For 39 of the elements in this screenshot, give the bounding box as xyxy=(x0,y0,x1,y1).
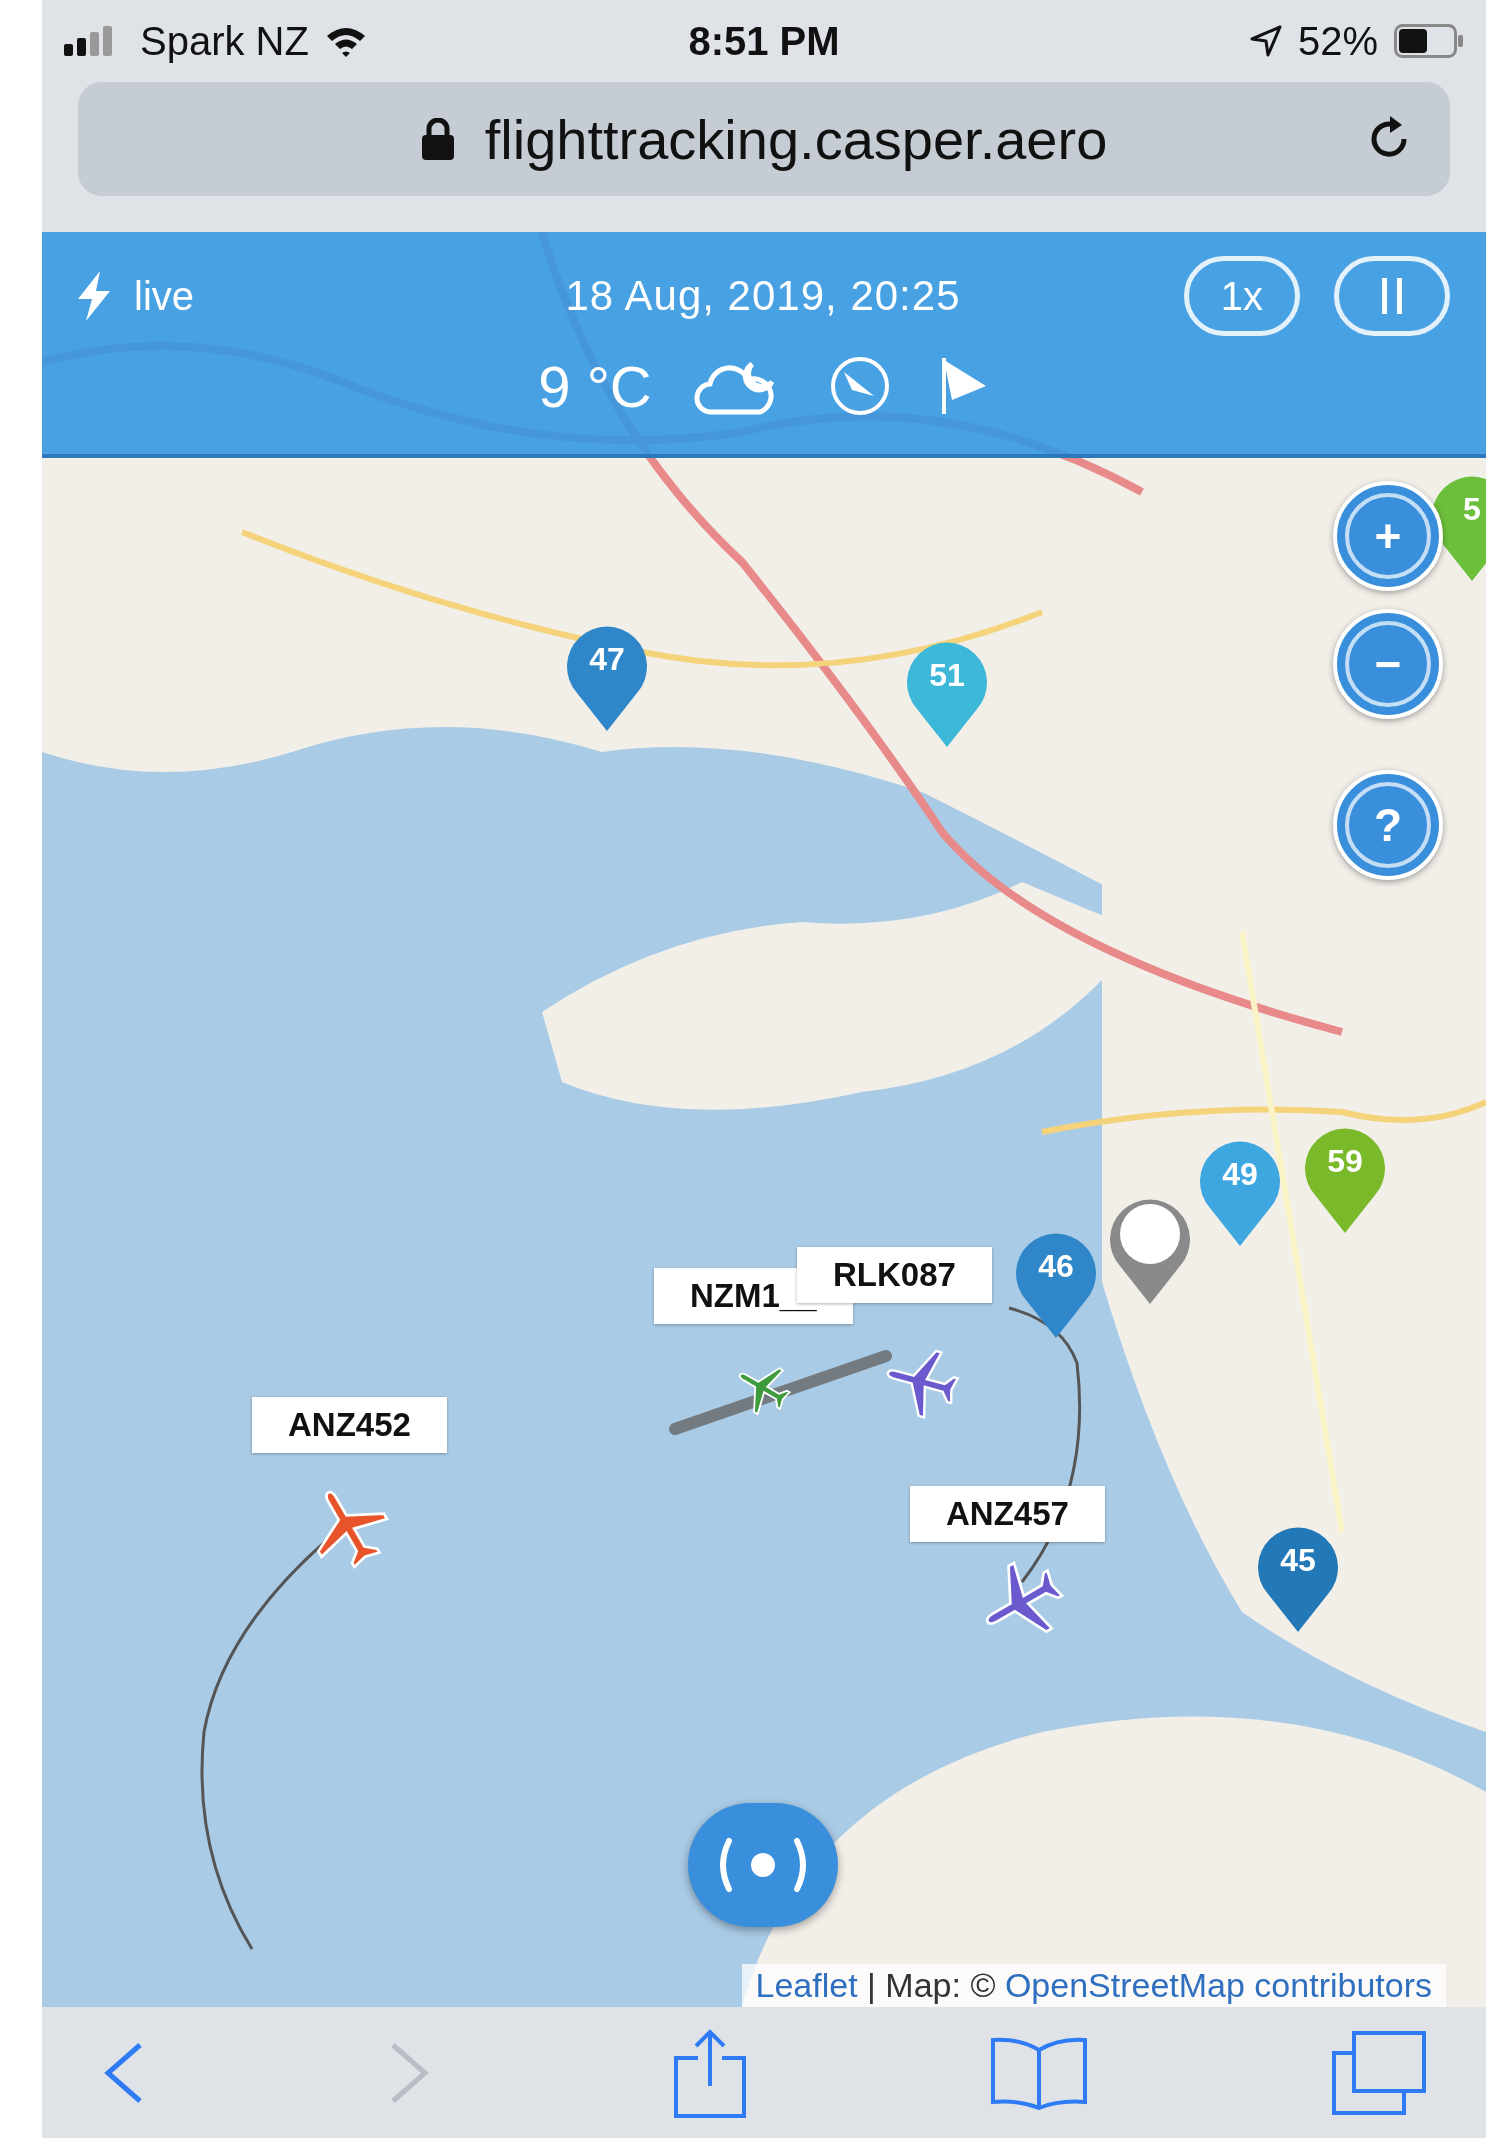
url-text: flighttracking.casper.aero xyxy=(484,106,1108,172)
flight-label[interactable]: RLK087 xyxy=(797,1247,992,1303)
map-pin[interactable] xyxy=(1016,1233,1096,1338)
leaflet-link[interactable]: Leaflet xyxy=(755,1966,858,2004)
share-icon[interactable] xyxy=(672,2027,748,2118)
battery-icon xyxy=(1394,24,1464,58)
lightning-icon xyxy=(76,271,112,321)
lock-icon xyxy=(420,118,455,160)
clock-time: 8:51 PM xyxy=(688,18,840,64)
pause-icon xyxy=(1380,278,1404,314)
pin-number: 59 xyxy=(1326,1142,1364,1181)
date-time: 18 Aug, 2019, 20:25 xyxy=(565,272,961,320)
speed-button[interactable]: 1x xyxy=(1184,256,1300,336)
map-pin[interactable] xyxy=(1258,1527,1338,1632)
map-pin[interactable] xyxy=(1305,1128,1385,1233)
tabs-icon[interactable] xyxy=(1330,2030,1426,2115)
pin-number: 45 xyxy=(1279,1541,1317,1580)
flight-label[interactable]: ANZ452 xyxy=(252,1397,447,1453)
pin-number: 5 xyxy=(1462,490,1482,529)
carrier-name: Spark NZ xyxy=(140,18,309,64)
map-pin[interactable] xyxy=(567,626,647,731)
pause-button[interactable] xyxy=(1334,256,1450,336)
map-pin[interactable] xyxy=(1432,476,1486,581)
bookmarks-icon[interactable] xyxy=(989,2035,1089,2110)
pin-number: 46 xyxy=(1037,1247,1075,1286)
address-bar[interactable]: flighttracking.casper.aero xyxy=(78,82,1450,196)
map-pin[interactable] xyxy=(1110,1199,1190,1304)
map-pin[interactable] xyxy=(907,642,987,747)
flight-label[interactable]: ANZ457 xyxy=(910,1486,1105,1542)
map-pin[interactable] xyxy=(1200,1141,1280,1246)
temperature: 9 °C xyxy=(538,352,652,420)
osm-link[interactable]: OpenStreetMap contributors xyxy=(1004,1966,1432,2004)
pin-number: 51 xyxy=(928,656,966,695)
location-arrow-icon xyxy=(1249,25,1282,57)
battery-percentage: 52% xyxy=(1297,18,1378,64)
map-attribution: Leaflet | Map: © OpenStreetMap contributors xyxy=(741,1964,1446,2007)
live-label[interactable]: live xyxy=(134,273,195,319)
pin-number: 49 xyxy=(1221,1155,1259,1194)
pin-number: 47 xyxy=(588,640,626,679)
